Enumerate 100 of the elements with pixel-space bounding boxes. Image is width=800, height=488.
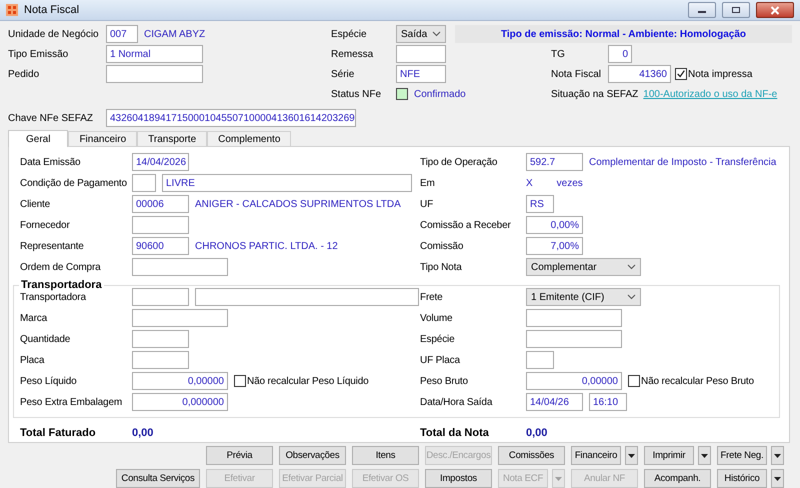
checkbox[interactable] — [628, 375, 640, 387]
input-field[interactable]: 00006 — [132, 195, 189, 213]
input-field[interactable]: 0,00% — [526, 216, 583, 234]
input-field[interactable] — [106, 65, 203, 83]
field-label: Cliente — [20, 198, 52, 210]
input-field[interactable]: 16:10 — [589, 393, 627, 411]
dropdown[interactable]: 1 Emitente (CIF) — [526, 288, 641, 306]
input-field[interactable]: 14/04/26 — [526, 393, 583, 411]
action-button[interactable]: Prévia — [206, 446, 273, 465]
action-button[interactable]: Observações — [279, 446, 346, 465]
field-label: Tipo Emissão — [8, 48, 70, 60]
emission-banner: Tipo de emissão: Normal - Ambiente: Homologação — [455, 25, 792, 43]
action-button[interactable]: Financeiro — [571, 446, 621, 465]
input-field[interactable]: 007 — [106, 25, 138, 43]
input-field[interactable] — [132, 351, 189, 369]
chevron-icon — [627, 264, 636, 270]
input-field[interactable]: 14/04/2026 — [132, 153, 189, 171]
input-field[interactable]: NFE — [396, 65, 446, 83]
field-label: Unidade de Negócio — [8, 28, 100, 40]
input-field[interactable]: LIVRE — [162, 174, 412, 192]
field-label: Nota Fiscal — [551, 68, 602, 80]
total-label: Total da Nota — [420, 427, 490, 439]
status-text: Confirmado — [414, 88, 466, 100]
input-field[interactable] — [132, 216, 189, 234]
caret-icon — [628, 454, 635, 458]
input-field[interactable] — [195, 288, 419, 306]
field-label: Em — [420, 178, 436, 188]
action-button[interactable]: Comissões — [498, 446, 565, 465]
group-title: Transportadora — [20, 279, 103, 291]
checkbox[interactable] — [675, 68, 687, 80]
dropdown[interactable]: Saída — [396, 25, 446, 43]
input-field[interactable]: RS — [526, 195, 554, 213]
input-field[interactable] — [132, 288, 189, 306]
field-label: Tipo Nota — [420, 262, 463, 272]
input-field[interactable]: 0,000000 — [132, 393, 228, 411]
field-label: Peso Extra Embalagem — [20, 396, 124, 408]
input-field[interactable]: 43260418941715000104550710000413601614203269 — [106, 109, 356, 127]
input-field[interactable] — [396, 45, 446, 63]
input-field[interactable] — [526, 330, 622, 348]
minimize-button[interactable] — [688, 2, 716, 18]
dropdown[interactable]: Complementar — [526, 258, 641, 276]
action-button[interactable]: Frete Neg. — [717, 446, 767, 465]
field-label: Peso Bruto — [420, 376, 469, 386]
input-field[interactable] — [132, 258, 228, 276]
window-title: Nota Fiscal — [24, 4, 80, 16]
maximize-button[interactable] — [722, 2, 750, 18]
input-field[interactable]: 41360 — [608, 65, 671, 83]
input-field[interactable]: 0 — [608, 45, 632, 63]
input-field[interactable]: 7,00% — [526, 237, 583, 255]
action-button[interactable]: Impostos — [425, 469, 492, 488]
action-button[interactable]: Histórico — [717, 469, 767, 488]
maximize-icon — [731, 6, 741, 14]
field-label: Comissão a Receber — [420, 220, 512, 230]
input-field[interactable]: 592.7 — [526, 153, 583, 171]
input-field[interactable] — [526, 351, 554, 369]
field-label: Espécie — [420, 334, 456, 344]
chevron-icon — [432, 31, 441, 37]
field-label: TG — [551, 48, 566, 60]
input-field[interactable] — [132, 309, 228, 327]
input-field[interactable]: 0,00000 — [132, 372, 228, 390]
dropdown-arrow-button[interactable] — [771, 446, 784, 465]
input-field[interactable]: 0,00000 — [526, 372, 622, 390]
field-label: Marca — [20, 312, 48, 324]
tab[interactable]: Financeiro — [68, 131, 138, 146]
input-field[interactable] — [526, 309, 622, 327]
input-field[interactable]: 1 Normal — [106, 45, 203, 63]
field-label: Chave NFe SEFAZ — [8, 112, 94, 124]
action-button[interactable]: Imprimir — [644, 446, 694, 465]
field-label: Volume — [420, 312, 454, 324]
checkbox-label: Nota impressa — [688, 68, 752, 80]
description-text: Complementar de Imposto - Transferência — [589, 156, 776, 168]
field-label: UF — [420, 198, 434, 210]
field-label: Espécie — [331, 28, 368, 40]
total-value: 0,00 — [526, 427, 548, 439]
checkbox[interactable] — [234, 375, 246, 387]
action-button[interactable]: Acompanh. — [644, 469, 711, 488]
dropdown-arrow-button[interactable] — [625, 446, 638, 465]
tab[interactable]: Geral — [8, 130, 68, 147]
description-text: ANIGER - CALCADOS SUPRIMENTOS LTDA — [195, 198, 401, 210]
chevron-icon — [627, 294, 636, 300]
business-unit-name: CIGAM ABYZ — [144, 28, 206, 40]
caret-icon — [774, 476, 781, 480]
tab[interactable]: Transporte — [137, 131, 208, 146]
action-button[interactable]: Itens — [352, 446, 419, 465]
field-label: Representante — [20, 240, 85, 252]
dropdown-arrow-button[interactable] — [771, 469, 784, 488]
input-field[interactable] — [132, 174, 156, 192]
field-label: Transportadora — [20, 292, 87, 302]
action-button[interactable]: Consulta Serviços — [116, 469, 200, 488]
app-icon — [6, 4, 18, 16]
field-label: Pedido — [8, 68, 40, 80]
dropdown-arrow-button[interactable] — [698, 446, 711, 465]
tab[interactable]: Complemento — [207, 131, 292, 146]
checkbox-label: Não recalcular Peso Líquido — [247, 376, 369, 386]
description-text: CHRONOS PARTIC. LTDA. - 12 — [195, 240, 338, 252]
close-button[interactable] — [756, 2, 794, 18]
field-label: Ordem de Compra — [20, 262, 102, 272]
input-field[interactable]: 90600 — [132, 237, 189, 255]
field-label: Série — [331, 68, 356, 80]
input-field[interactable] — [132, 330, 189, 348]
